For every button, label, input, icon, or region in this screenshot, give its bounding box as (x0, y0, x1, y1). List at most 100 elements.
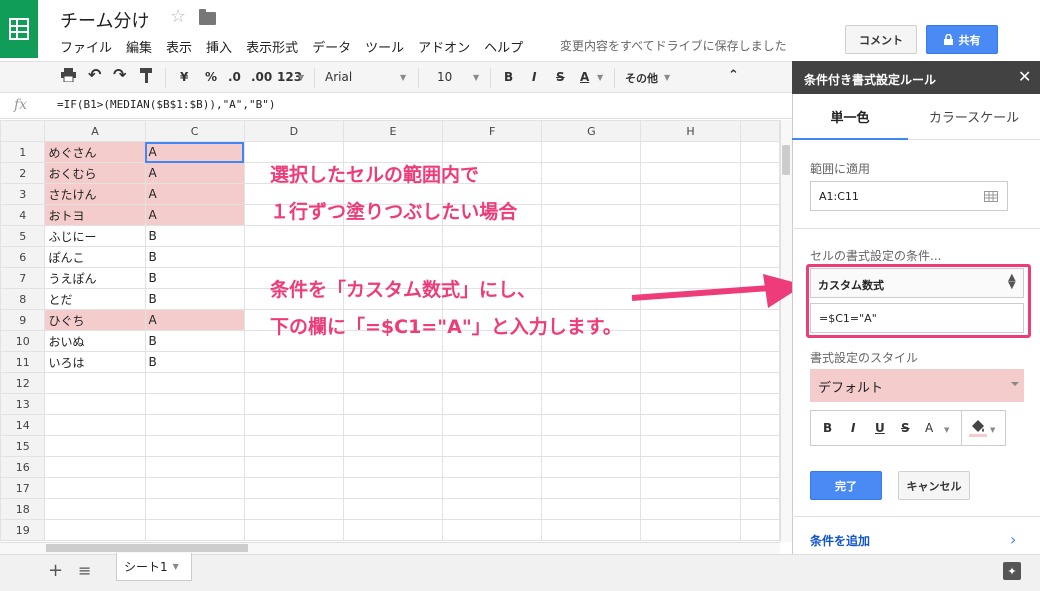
format-strikethrough-button[interactable]: S (901, 421, 910, 435)
print-icon[interactable] (61, 68, 76, 85)
row-header[interactable]: 11 (0, 351, 46, 373)
cell-extra[interactable] (739, 414, 780, 436)
style-select[interactable]: デフォルト (810, 369, 1024, 402)
row-header[interactable]: 15 (0, 435, 46, 457)
cell-e[interactable] (342, 435, 444, 457)
cell-g[interactable] (541, 498, 642, 520)
star-icon[interactable]: ☆ (170, 6, 186, 27)
row-header[interactable]: 12 (0, 372, 46, 394)
cell-c[interactable]: A (144, 141, 245, 163)
format-bold-button[interactable]: B (823, 421, 832, 435)
column-header-a[interactable]: A (44, 120, 146, 142)
cell-h[interactable] (640, 246, 741, 268)
cell-f[interactable] (442, 519, 543, 541)
column-header-e[interactable]: E (342, 120, 444, 142)
cell-a[interactable] (44, 435, 146, 457)
cell-extra[interactable] (739, 477, 780, 499)
cell-c[interactable] (144, 456, 245, 478)
cell-extra[interactable] (739, 246, 780, 268)
cell-a[interactable]: ぽんこ (44, 246, 146, 268)
percent-button[interactable]: % (205, 70, 217, 84)
cell-g[interactable] (541, 141, 642, 163)
cell-extra[interactable] (739, 435, 780, 457)
cell-f[interactable] (442, 456, 543, 478)
cell-c[interactable]: B (144, 351, 245, 373)
custom-formula-input[interactable]: =$C1="A" (810, 303, 1024, 333)
cell-g[interactable] (541, 351, 642, 373)
cell-d[interactable] (243, 372, 344, 394)
cell-extra[interactable] (739, 204, 780, 226)
cell-h[interactable] (640, 477, 741, 499)
cell-f[interactable] (442, 225, 543, 247)
cell-a[interactable]: いろは (44, 351, 146, 373)
cell-extra[interactable] (739, 225, 780, 247)
row-header[interactable]: 8 (0, 288, 46, 310)
cell-h[interactable] (640, 414, 741, 436)
share-button[interactable]: 共有 (926, 25, 998, 54)
cell-extra[interactable] (739, 519, 780, 541)
row-header[interactable]: 13 (0, 393, 46, 415)
sheet-tab[interactable]: シート1 ▼ (116, 553, 192, 581)
cell-e[interactable] (342, 393, 444, 415)
document-title[interactable]: チーム分け (60, 7, 149, 33)
column-header-f[interactable]: F (442, 120, 543, 142)
cell-h[interactable] (640, 456, 741, 478)
cell-a[interactable]: おいぬ (44, 330, 146, 352)
cell-c[interactable]: A (144, 204, 245, 226)
vertical-scrollbar[interactable] (780, 120, 792, 542)
cell-a[interactable] (44, 372, 146, 394)
tab-color-scale[interactable]: カラースケール (908, 94, 1040, 140)
cell-g[interactable] (541, 435, 642, 457)
folder-icon[interactable] (199, 9, 216, 25)
cell-h[interactable] (640, 225, 741, 247)
cell-h[interactable] (640, 204, 741, 226)
column-header-extra[interactable] (739, 120, 780, 142)
condition-select[interactable]: カスタム数式 (810, 268, 1024, 298)
column-header-c[interactable]: C (144, 120, 245, 142)
row-header[interactable]: 19 (0, 519, 46, 541)
cell-f[interactable] (442, 393, 543, 415)
add-rule-link[interactable]: 条件を追加 (810, 532, 870, 549)
decrease-decimal-button[interactable]: .0 (228, 70, 241, 84)
format-underline-button[interactable]: U (875, 421, 885, 435)
cell-g[interactable] (541, 372, 642, 394)
cell-g[interactable] (541, 204, 642, 226)
cell-extra[interactable] (739, 330, 780, 352)
cell-c[interactable] (144, 393, 245, 415)
cell-f[interactable] (442, 414, 543, 436)
font-size-select[interactable]: 10 (437, 70, 452, 84)
chevron-down-icon[interactable]: ▼ (173, 562, 179, 571)
cell-h[interactable] (640, 141, 741, 163)
cell-f[interactable] (442, 351, 543, 373)
cell-g[interactable] (541, 183, 642, 205)
done-button[interactable]: 完了 (810, 471, 882, 500)
cell-f[interactable] (442, 246, 543, 268)
menu-format[interactable]: 表示形式 (246, 37, 298, 56)
bold-button[interactable]: B (504, 70, 513, 84)
comment-button[interactable]: コメント (845, 25, 917, 54)
menu-data[interactable]: データ (312, 37, 351, 56)
menu-tools[interactable]: ツール (365, 37, 404, 56)
menu-view[interactable]: 表示 (166, 37, 192, 56)
cell-d[interactable] (243, 246, 344, 268)
cell-a[interactable]: おくむら (44, 162, 146, 184)
cell-c[interactable]: A (144, 162, 245, 184)
cell-c[interactable]: B (144, 288, 245, 310)
cell-c[interactable]: B (144, 330, 245, 352)
cell-g[interactable] (541, 162, 642, 184)
cell-e[interactable] (342, 498, 444, 520)
cell-d[interactable] (243, 477, 344, 499)
cell-c[interactable] (144, 414, 245, 436)
all-sheets-button[interactable]: ≡ (78, 561, 91, 580)
cell-a[interactable]: うえぽん (44, 267, 146, 289)
cell-e[interactable] (342, 519, 444, 541)
cell-g[interactable] (541, 225, 642, 247)
cell-extra[interactable] (739, 141, 780, 163)
cell-extra[interactable] (739, 456, 780, 478)
cell-d[interactable] (243, 435, 344, 457)
cell-e[interactable] (342, 477, 444, 499)
cell-d[interactable] (243, 414, 344, 436)
fill-color-icon[interactable] (968, 418, 988, 441)
text-color-button[interactable]: A (580, 70, 589, 84)
cell-c[interactable] (144, 519, 245, 541)
